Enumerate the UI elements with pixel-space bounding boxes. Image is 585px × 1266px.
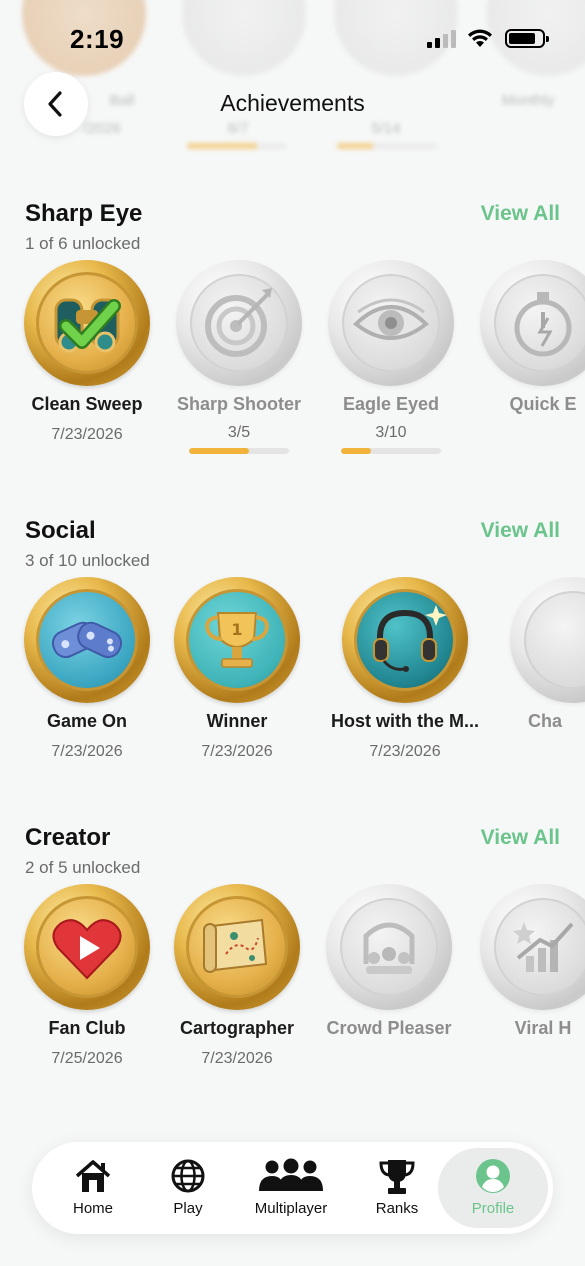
binoculars-check-icon	[24, 260, 150, 386]
badge-name: Cha	[528, 711, 563, 731]
tab-label: Profile	[471, 1200, 515, 1217]
gamepads-icon	[24, 577, 150, 703]
locked-badge-icon	[510, 577, 585, 703]
badge-name: Eagle Eyed	[342, 394, 440, 414]
view-all-link[interactable]: View All	[481, 519, 560, 543]
badge-date: 7/23/2026	[51, 743, 123, 760]
ghost-sub: 6/7	[227, 120, 249, 137]
status-time: 2:19	[70, 24, 125, 54]
section-title: Social	[25, 517, 96, 544]
badge-carousel[interactable]: Game On 7/23/2026 1 Winner 7/23/2026 Hos…	[0, 577, 585, 777]
badge-date: 7/25/2026	[51, 1050, 123, 1067]
badge-progress-bar	[189, 448, 289, 454]
tab-label: Play	[173, 1200, 203, 1217]
group-icon	[259, 1158, 323, 1191]
section-creator: Creator 2 of 5 unlocked View All Fan Clu…	[0, 824, 585, 1094]
globe-icon	[171, 1159, 205, 1193]
ghost-progress	[337, 143, 437, 149]
badge-progress-text: 3/10	[375, 424, 407, 441]
badge-name: Host with the M...	[331, 711, 479, 731]
heart-play-icon	[24, 884, 150, 1010]
view-all-link[interactable]: View All	[481, 202, 560, 226]
eye-icon	[328, 260, 454, 386]
section-social: Social 3 of 10 unlocked View All Game On…	[0, 517, 585, 787]
wifi-icon	[468, 29, 492, 47]
page-title: Achievements	[220, 90, 365, 116]
badge-carousel[interactable]: Fan Club 7/25/2026 Cartographer 7/23/202…	[0, 884, 585, 1084]
badge-date: 7/23/2026	[369, 743, 441, 760]
view-all-link[interactable]: View All	[481, 826, 560, 850]
badge-name: Quick E	[509, 394, 577, 414]
ghost-sub: 5/14	[371, 120, 401, 137]
viral-chart-icon	[480, 884, 585, 1010]
section-subtitle: 2 of 5 unlocked	[25, 858, 141, 877]
section-subtitle: 3 of 10 unlocked	[25, 551, 150, 570]
profile-icon	[476, 1159, 510, 1193]
tab-label: Multiplayer	[254, 1200, 328, 1217]
badge-name: Viral H	[514, 1018, 572, 1038]
section-subtitle: 1 of 6 unlocked	[25, 234, 141, 253]
tab-multiplayer[interactable]: Multiplayer	[238, 1142, 344, 1234]
badge-date: 7/23/2026	[201, 1050, 273, 1067]
badge-name: Cartographer	[179, 1018, 295, 1038]
ghost-progress	[187, 143, 287, 149]
battery-icon	[505, 29, 549, 48]
bottom-tab-bar: Home Play Multiplayer Ranks Profile	[32, 1142, 553, 1234]
badge-name: Crowd Pleaser	[326, 1018, 452, 1038]
tab-ranks[interactable]: Ranks	[358, 1142, 436, 1234]
tab-home[interactable]: Home	[54, 1142, 132, 1234]
section-sharp-eye: Sharp Eye 1 of 6 unlocked View All Clean…	[0, 200, 585, 480]
status-bar: 2:19	[0, 0, 585, 76]
badge-carousel[interactable]: Clean Sweep 7/23/2026 Sharp Shooter 3/5	[0, 260, 585, 460]
tab-label: Ranks	[375, 1200, 419, 1217]
section-title: Creator	[25, 824, 111, 851]
home-icon	[75, 1160, 111, 1192]
badge-name: Sharp Shooter	[176, 394, 301, 414]
tab-profile[interactable]: Profile	[438, 1148, 548, 1228]
badge-progress-bar	[341, 448, 441, 454]
headset-icon	[342, 577, 468, 703]
tab-play[interactable]: Play	[148, 1142, 228, 1234]
badge-name: Clean Sweep	[31, 394, 143, 414]
target-arrow-icon	[176, 260, 302, 386]
badge-progress-text: 3/5	[227, 424, 251, 441]
cellular-signal-icon	[427, 30, 459, 48]
badge-date: 7/23/2026	[51, 426, 123, 443]
stopwatch-icon	[480, 260, 585, 386]
badge-name: Winner	[206, 711, 268, 731]
trophy-icon: 1	[174, 577, 300, 703]
svg-text:1: 1	[231, 620, 242, 639]
header-area: Ball /2026 6/7 5/14 Monthly 2:19 Achieve…	[0, 0, 585, 175]
tab-label: Home	[72, 1200, 113, 1217]
crowd-icon	[326, 884, 452, 1010]
section-title: Sharp Eye	[25, 200, 143, 227]
badge-name: Fan Club	[48, 1018, 126, 1038]
badge-date: 7/23/2026	[201, 743, 273, 760]
badge-name: Game On	[46, 711, 128, 731]
trophy-icon	[379, 1160, 415, 1194]
map-scroll-icon	[174, 884, 300, 1010]
